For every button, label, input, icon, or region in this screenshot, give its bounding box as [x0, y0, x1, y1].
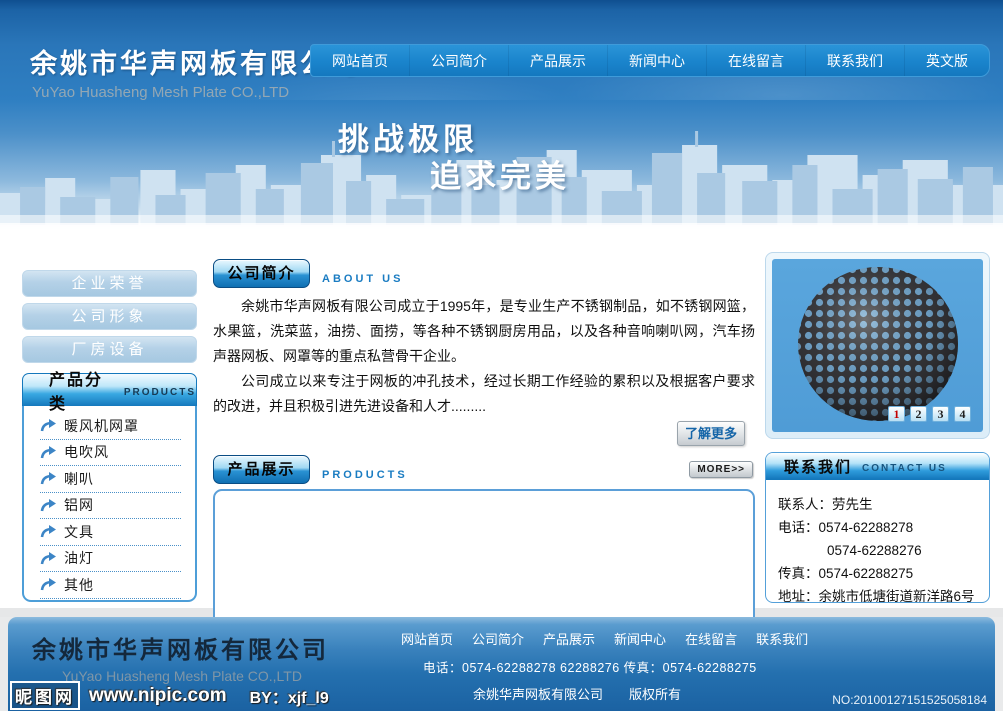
- footer-logo: 余姚市华声网板有限公司 YuYao Huasheng Mesh Plate CO…: [32, 630, 329, 684]
- sidebar-button-factory[interactable]: 厂房设备: [22, 336, 197, 363]
- footer-copyright: 余姚华声网板有限公司 版权所有: [401, 684, 881, 703]
- page-button-3[interactable]: 3: [932, 406, 949, 422]
- category-item-label: 油灯: [64, 548, 94, 568]
- footer-nav-contact[interactable]: 联系我们: [756, 629, 808, 648]
- product-image-panel: 1 2 3 4: [765, 252, 990, 439]
- sidebar-button-image[interactable]: 公司形象: [22, 303, 197, 330]
- nipic-logo: 昵图网: [10, 681, 80, 710]
- left-sidebar: 企业荣誉 公司形象 厂房设备 产品分类 PRODUCTS 暖风机网罩 电吹风: [22, 235, 197, 608]
- product-category-panel: 产品分类 PRODUCTS 暖风机网罩 电吹风 喇叭: [22, 373, 197, 602]
- contact-phone-1: 电话：0574-62288278: [778, 516, 981, 539]
- logo-english-name: YuYao Huasheng Mesh Plate CO.,LTD: [30, 84, 360, 101]
- footer-nav-about[interactable]: 公司简介: [472, 629, 524, 648]
- contact-title: 联系我们: [784, 456, 852, 477]
- about-paragraph-2: 公司成立以来专注于网板的冲孔技术，经过长期工作经验的累积以及根据客户要求的改进，…: [213, 369, 755, 419]
- nav-item-contact[interactable]: 联系我们: [806, 45, 905, 76]
- category-item-label: 电吹风: [64, 442, 109, 462]
- about-subtitle: ABOUT US: [322, 273, 403, 285]
- contact-panel: 联系我们 CONTACT US 联系人：劳先生 电话：0574-62288278…: [765, 452, 990, 603]
- arrow-icon: [40, 552, 56, 565]
- page-button-4[interactable]: 4: [954, 406, 971, 422]
- about-body: 余姚市华声网板有限公司成立于1995年，是专业生产不锈钢制品，如不锈钢网篮，水果…: [213, 294, 755, 446]
- page: 余姚市华声网板有限公司 YuYao Huasheng Mesh Plate CO…: [0, 0, 1003, 711]
- about-tab-button[interactable]: 公司简介: [213, 259, 310, 288]
- category-item[interactable]: 喇叭: [40, 466, 181, 493]
- image-pager: 1 2 3 4: [888, 406, 971, 422]
- about-paragraph-1: 余姚市华声网板有限公司成立于1995年，是专业生产不锈钢制品，如不锈钢网篮，水果…: [213, 294, 755, 369]
- category-item-label: 暖风机网罩: [64, 416, 139, 436]
- nav-item-home[interactable]: 网站首页: [311, 45, 410, 76]
- center-column: 公司简介 ABOUT US 余姚市华声网板有限公司成立于1995年，是专业生产不…: [213, 235, 755, 608]
- contact-person: 联系人：劳先生: [778, 493, 981, 516]
- category-item-label: 其他: [64, 575, 94, 595]
- main-content: 企业荣誉 公司形象 厂房设备 产品分类 PRODUCTS 暖风机网罩 电吹风: [0, 235, 1003, 608]
- category-list: 暖风机网罩 电吹风 喇叭 铝网: [22, 406, 197, 602]
- category-item[interactable]: 暖风机网罩: [40, 413, 181, 440]
- page-button-2[interactable]: 2: [910, 406, 927, 422]
- arrow-icon: [40, 419, 56, 432]
- more-button[interactable]: MORE>>: [689, 461, 753, 478]
- category-item[interactable]: 其他: [40, 572, 181, 599]
- nipic-author: BY：xjf_l9: [250, 684, 329, 708]
- footer-nav: 网站首页 公司简介 产品展示 新闻中心 在线留言 联系我们: [401, 629, 881, 648]
- footer-logo-chinese: 余姚市华声网板有限公司: [32, 630, 329, 665]
- contact-panel-header: 联系我们 CONTACT US: [766, 453, 989, 480]
- arrow-icon: [40, 525, 56, 538]
- arrow-icon: [40, 446, 56, 459]
- footer-nav-message[interactable]: 在线留言: [685, 629, 737, 648]
- hero-banner: 挑战极限 追求完美: [0, 100, 1003, 235]
- banner-slogan-2: 追求完美: [430, 151, 570, 196]
- nav-item-english[interactable]: 英文版: [905, 45, 989, 76]
- category-title: 产品分类: [49, 366, 114, 414]
- learn-more-button[interactable]: 了解更多: [677, 421, 745, 446]
- right-column: 1 2 3 4 联系我们 CONTACT US 联系人：劳先生 电话：0574-…: [765, 235, 990, 608]
- contact-fax: 传真：0574-62288275: [778, 562, 981, 585]
- category-item[interactable]: 铝网: [40, 493, 181, 520]
- nipic-site-url: www.nipic.com: [89, 685, 227, 707]
- footer-serial-number: NO:20100127151525058184: [832, 693, 987, 707]
- mesh-ball-image: [792, 264, 964, 424]
- nav-item-about[interactable]: 公司简介: [410, 45, 509, 76]
- footer-nav-home[interactable]: 网站首页: [401, 629, 453, 648]
- footer-phone-line: 电话：0574-62288278 62288276 传真：0574-622882…: [401, 657, 881, 676]
- sidebar-button-honor[interactable]: 企业荣誉: [22, 270, 197, 297]
- category-panel-header: 产品分类 PRODUCTS: [22, 373, 197, 406]
- footer-info: 网站首页 公司简介 产品展示 新闻中心 在线留言 联系我们 电话：0574-62…: [401, 629, 881, 703]
- main-nav: 网站首页 公司简介 产品展示 新闻中心 在线留言 联系我们 英文版: [310, 44, 990, 77]
- contact-info: 联系人：劳先生 电话：0574-62288278 0574-62288276 传…: [766, 480, 989, 603]
- contact-address: 地址：余姚市低塘街道新洋路6号: [778, 585, 981, 603]
- footer-nav-products[interactable]: 产品展示: [543, 629, 595, 648]
- category-item[interactable]: 文具: [40, 519, 181, 546]
- category-item[interactable]: 电吹风: [40, 440, 181, 467]
- category-item-label: 喇叭: [64, 469, 94, 489]
- category-item-label: 文具: [64, 522, 94, 542]
- category-item-label: 铝网: [64, 495, 94, 515]
- nav-item-news[interactable]: 新闻中心: [608, 45, 707, 76]
- arrow-icon: [40, 578, 56, 591]
- nav-item-products[interactable]: 产品展示: [509, 45, 608, 76]
- about-text: 余姚市华声网板有限公司成立于1995年，是专业生产不锈钢制品，如不锈钢网篮，水果…: [213, 294, 755, 419]
- category-item[interactable]: 油灯: [40, 546, 181, 573]
- nipic-watermark: 昵图网 www.nipic.com BY：xjf_l9: [10, 681, 329, 710]
- contact-phone-2: 0574-62288276: [778, 539, 981, 562]
- product-image: 1 2 3 4: [772, 259, 983, 432]
- products-section-header: 产品展示 PRODUCTS MORE>>: [213, 455, 755, 484]
- arrow-icon: [40, 499, 56, 512]
- contact-subtitle: CONTACT US: [862, 463, 947, 474]
- category-subtitle: PRODUCTS: [124, 387, 196, 398]
- page-button-1[interactable]: 1: [888, 406, 905, 422]
- site-footer: 余姚市华声网板有限公司 YuYao Huasheng Mesh Plate CO…: [8, 617, 995, 711]
- site-header: 余姚市华声网板有限公司 YuYao Huasheng Mesh Plate CO…: [0, 0, 1003, 100]
- products-subtitle: PRODUCTS: [322, 469, 408, 481]
- products-tab-button[interactable]: 产品展示: [213, 455, 310, 484]
- footer-nav-news[interactable]: 新闻中心: [614, 629, 666, 648]
- about-section-header: 公司简介 ABOUT US: [213, 259, 755, 288]
- arrow-icon: [40, 472, 56, 485]
- nav-item-message[interactable]: 在线留言: [707, 45, 806, 76]
